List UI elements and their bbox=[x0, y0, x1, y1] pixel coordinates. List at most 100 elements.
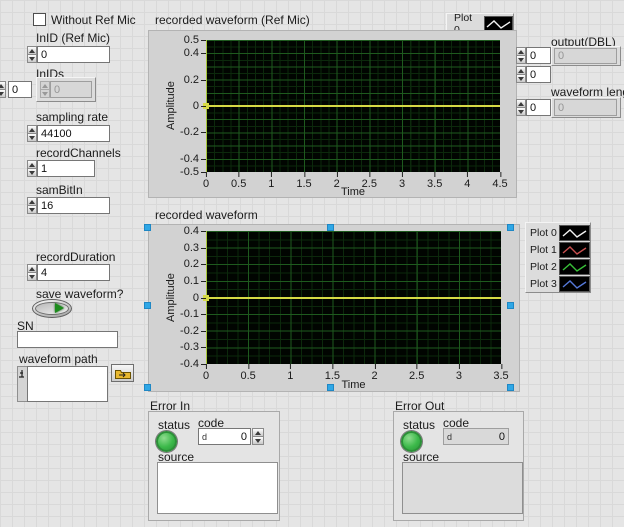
graph2-legend-label: Plot 2 bbox=[530, 261, 559, 273]
sampling-rate-field[interactable]: 44100 bbox=[37, 125, 110, 142]
record-channels-label: recordChannels bbox=[36, 146, 121, 160]
selection-handle[interactable] bbox=[144, 224, 151, 231]
graph1-ytick: 0.4 bbox=[184, 47, 199, 59]
graph2-legend-row-plot2[interactable]: Plot 2 bbox=[526, 258, 590, 275]
inid-label: InID (Ref Mic) bbox=[36, 31, 110, 45]
graph2-ytick: -0.3 bbox=[180, 341, 199, 353]
output-index-row-field[interactable]: 0 bbox=[526, 47, 551, 64]
graph1-ref-mic: Amplitude 0.5 0.4 0.2 0 -0.2 -0.4 -0.5 0… bbox=[148, 30, 517, 198]
error-out-code-value: 0 bbox=[499, 431, 505, 443]
sn-field[interactable] bbox=[17, 331, 118, 348]
graph2-legend-row-plot1[interactable]: Plot 1 bbox=[526, 241, 590, 258]
checkbox-box-icon[interactable] bbox=[33, 13, 46, 26]
record-duration-field[interactable]: 4 bbox=[37, 264, 110, 281]
graph2-ytick: 0.3 bbox=[184, 242, 199, 254]
output-index-col-field[interactable]: 0 bbox=[526, 66, 551, 83]
record-channels-field[interactable]: 1 bbox=[37, 160, 95, 177]
error-in-code-spinner[interactable] bbox=[252, 428, 264, 445]
graph2-x-axis-label: Time bbox=[206, 379, 501, 391]
folder-icon bbox=[115, 368, 131, 379]
output-index-row-spinner[interactable] bbox=[516, 47, 526, 64]
graph1-ytick: 0 bbox=[193, 100, 199, 112]
waveform-length-index-spinner[interactable] bbox=[516, 99, 526, 116]
graph2-ytick: -0.1 bbox=[180, 308, 199, 320]
graph2-legend-label: Plot 1 bbox=[530, 244, 559, 256]
graph1-plot-area bbox=[206, 40, 500, 172]
graph2-waveform-line bbox=[206, 297, 501, 299]
checkbox-label: Without Ref Mic bbox=[51, 13, 136, 27]
graph1-waveform-line bbox=[206, 105, 500, 107]
graph1-ytick: 0.2 bbox=[184, 74, 199, 86]
selection-handle[interactable] bbox=[144, 302, 151, 309]
inids-index-field[interactable]: 0 bbox=[8, 81, 32, 98]
error-in-cluster: status code d 0 source bbox=[148, 411, 280, 521]
record-duration-spinner[interactable] bbox=[27, 264, 37, 281]
graph1-ytick: -0.4 bbox=[180, 153, 199, 165]
graph1-y-axis-label: Amplitude bbox=[165, 40, 177, 172]
error-in-source-field[interactable] bbox=[157, 462, 278, 514]
graph2-legend: Plot 0 Plot 1 Plot 2 Plot 3 bbox=[525, 222, 591, 293]
graph1-ytick: 0.5 bbox=[184, 34, 199, 46]
waveform-path-field[interactable] bbox=[27, 366, 108, 402]
error-in-code-field[interactable]: d 0 bbox=[198, 428, 251, 445]
inid-field[interactable]: 0 bbox=[37, 46, 110, 63]
graph2-recorded-waveform: Amplitude 0.4 0.3 0.2 0.1 0 -0.1 -0.2 -0… bbox=[148, 224, 520, 392]
error-out-source-field bbox=[402, 462, 523, 514]
selection-handle[interactable] bbox=[507, 384, 514, 391]
labview-front-panel: Without Ref Mic InID (Ref Mic) 0 InIDs 0… bbox=[0, 0, 624, 527]
green-arrow-icon bbox=[55, 303, 64, 313]
graph2-plot2-line-icon[interactable] bbox=[559, 259, 590, 275]
inid-spinner[interactable] bbox=[27, 46, 37, 63]
record-duration-label: recordDuration bbox=[36, 250, 115, 264]
graph2-plot-area bbox=[206, 231, 501, 364]
graph1-ytick: -0.2 bbox=[180, 126, 199, 138]
output-index-col-spinner[interactable] bbox=[516, 66, 526, 83]
sam-bit-in-label: samBitIn bbox=[36, 183, 83, 197]
waveform-length-value-field: 0 bbox=[554, 99, 617, 116]
graph2-title: recorded waveform bbox=[155, 208, 258, 222]
browse-folder-button[interactable] bbox=[111, 364, 134, 382]
path-glyph-icon bbox=[19, 370, 26, 379]
inids-element-field[interactable]: 0 bbox=[50, 81, 92, 98]
error-out-status-label: status bbox=[403, 418, 435, 432]
record-channels-spinner[interactable] bbox=[27, 160, 37, 177]
selection-handle[interactable] bbox=[327, 224, 334, 231]
radix-indicator[interactable]: d bbox=[202, 432, 207, 442]
graph1-x-axis-label: Time bbox=[206, 186, 500, 198]
graph2-ytick: -0.4 bbox=[180, 358, 199, 370]
selection-handle[interactable] bbox=[507, 302, 514, 309]
graph2-y-axis-label: Amplitude bbox=[165, 231, 177, 364]
selection-handle[interactable] bbox=[144, 384, 151, 391]
error-in-status-led[interactable] bbox=[156, 431, 177, 452]
without-ref-mic-checkbox[interactable]: Without Ref Mic bbox=[33, 11, 136, 29]
graph2-legend-label: Plot 0 bbox=[530, 227, 559, 239]
graph2-plot1-line-icon[interactable] bbox=[559, 242, 590, 258]
waveform-length-index-field[interactable]: 0 bbox=[526, 99, 551, 116]
graph2-legend-row-plot3[interactable]: Plot 3 bbox=[526, 275, 590, 292]
graph1-ytick: -0.5 bbox=[180, 166, 199, 178]
graph2-ytick: 0.2 bbox=[184, 258, 199, 270]
sam-bit-in-spinner[interactable] bbox=[27, 197, 37, 214]
sampling-rate-label: sampling rate bbox=[36, 110, 108, 124]
selection-handle[interactable] bbox=[507, 224, 514, 231]
inids-index-spinner[interactable] bbox=[0, 81, 6, 98]
graph2-legend-row-plot0[interactable]: Plot 0 bbox=[526, 224, 590, 241]
waveform-path-label: waveform path bbox=[19, 352, 98, 366]
graph2-ytick: 0.4 bbox=[184, 225, 199, 237]
error-in-status-label: status bbox=[158, 418, 190, 432]
graph2-ytick: 0 bbox=[193, 292, 199, 304]
output-value-field: 0 bbox=[554, 48, 617, 64]
graph2-ytick: 0.1 bbox=[184, 275, 199, 287]
selection-handle[interactable] bbox=[327, 384, 334, 391]
graph2-plot0-line-icon[interactable] bbox=[559, 225, 590, 241]
sampling-rate-spinner[interactable] bbox=[27, 125, 37, 142]
error-in-code-value: 0 bbox=[241, 431, 247, 443]
graph2-plot3-line-icon[interactable] bbox=[559, 276, 590, 292]
graph2-ytick: -0.2 bbox=[180, 325, 199, 337]
graph2-legend-label: Plot 3 bbox=[530, 278, 559, 290]
save-waveform-button[interactable] bbox=[32, 299, 72, 318]
sam-bit-in-field[interactable]: 16 bbox=[37, 197, 110, 214]
inids-element-spinner[interactable] bbox=[40, 81, 50, 98]
radix-indicator: d bbox=[447, 432, 452, 442]
graph1-title: recorded waveform (Ref Mic) bbox=[155, 13, 310, 27]
